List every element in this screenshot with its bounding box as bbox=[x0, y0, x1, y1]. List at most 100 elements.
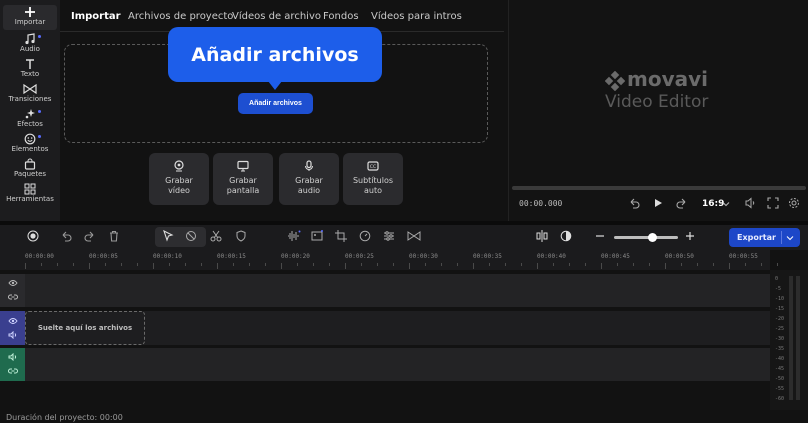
split-screen-icon[interactable] bbox=[536, 230, 548, 242]
sidebar-item-efectos[interactable]: Efectos bbox=[0, 107, 60, 132]
ruler-tick-label: 00:00:45 bbox=[601, 253, 630, 260]
record-screen-button[interactable]: Grabar pantalla bbox=[213, 153, 273, 205]
export-label: Exportar bbox=[737, 233, 776, 242]
ruler-tick bbox=[665, 263, 666, 269]
zoom-out-icon[interactable] bbox=[594, 230, 606, 242]
volume-icon[interactable] bbox=[8, 331, 18, 339]
tab-fondos[interactable]: Fondos bbox=[323, 11, 359, 22]
add-files-callout: Añadir archivos bbox=[168, 27, 382, 82]
ruler-tick bbox=[89, 263, 90, 269]
sidebar-item-label: Audio bbox=[20, 45, 40, 53]
ruler-tick bbox=[25, 263, 26, 269]
redo-arrow-icon[interactable] bbox=[676, 197, 688, 209]
meter-db-label: -20 bbox=[775, 316, 785, 322]
zoom-slider-handle[interactable] bbox=[648, 233, 657, 242]
trash-icon[interactable] bbox=[108, 230, 120, 242]
scissors-icon[interactable] bbox=[210, 230, 222, 242]
cc-icon: CC bbox=[367, 161, 379, 171]
project-duration: Duración del proyecto: 00:00 bbox=[6, 413, 123, 422]
monitor-icon bbox=[237, 160, 249, 172]
record-video-button[interactable]: Grabar vídeo bbox=[149, 153, 209, 205]
sidebar-item-label: Importar bbox=[14, 18, 46, 26]
export-chevron-down-icon[interactable] bbox=[786, 234, 794, 242]
ruler-tick bbox=[169, 263, 170, 266]
sidebar-item-elementos[interactable]: Elementos bbox=[0, 132, 60, 157]
meter-bar-right bbox=[796, 276, 800, 400]
crop-icon[interactable] bbox=[335, 230, 347, 242]
record-circle-icon[interactable] bbox=[27, 230, 39, 242]
undo-arrow-icon[interactable] bbox=[628, 197, 640, 209]
sidebar-item-audio[interactable]: Audio bbox=[0, 32, 60, 57]
ruler-tick bbox=[41, 263, 42, 266]
chevron-down-icon[interactable] bbox=[722, 200, 730, 208]
ruler-tick bbox=[713, 263, 714, 266]
ruler-tick bbox=[281, 263, 282, 269]
text-t-icon bbox=[26, 59, 34, 69]
play-icon[interactable] bbox=[652, 197, 664, 209]
tab-archivos-de-proyecto[interactable]: Archivos de proyecto bbox=[128, 11, 233, 22]
ruler-tick bbox=[121, 263, 122, 266]
ruler-tick-label: 00:00:55 bbox=[729, 253, 758, 260]
ruler-tick bbox=[601, 263, 602, 269]
zoom-slider-track[interactable] bbox=[614, 236, 678, 239]
eye-icon[interactable] bbox=[8, 279, 18, 287]
sidebar-item-transiciones[interactable]: Transiciones bbox=[0, 82, 60, 107]
audio-wave-icon[interactable] bbox=[287, 230, 301, 242]
ruler-tick bbox=[441, 263, 442, 266]
new-badge-dot bbox=[38, 135, 41, 138]
transition-icon[interactable] bbox=[407, 230, 421, 242]
track-header-video bbox=[0, 311, 25, 345]
sidebar-item-label: Texto bbox=[20, 70, 40, 78]
tab-videos-para-intros[interactable]: Vídeos para intros bbox=[371, 11, 462, 22]
ruler-tick bbox=[265, 263, 266, 266]
ruler-tick bbox=[185, 263, 186, 266]
shield-icon[interactable] bbox=[235, 230, 247, 242]
volume-icon[interactable] bbox=[745, 197, 757, 209]
color-adjust-icon[interactable] bbox=[560, 230, 572, 242]
tab-videos-de-archivo[interactable]: Vídeos de archivo bbox=[232, 11, 321, 22]
ruler-tick-label: 00:00:15 bbox=[217, 253, 246, 260]
sliders-icon[interactable] bbox=[383, 230, 395, 242]
ruler-tick bbox=[537, 263, 538, 269]
zoom-in-icon[interactable] bbox=[684, 230, 696, 242]
ruler-tick bbox=[569, 263, 570, 266]
ruler-tick bbox=[777, 263, 778, 266]
sidebar-item-texto[interactable]: Texto bbox=[0, 57, 60, 82]
ruler-tick bbox=[313, 263, 314, 266]
auto-subtitles-button[interactable]: CC Subtítulos auto bbox=[343, 153, 403, 205]
timeline-track-1[interactable] bbox=[25, 274, 770, 307]
ruler-tick bbox=[377, 263, 378, 266]
ruler-tick-label: 00:00:20 bbox=[281, 253, 310, 260]
undo-icon[interactable] bbox=[60, 230, 72, 242]
sidebar-item-importar[interactable]: Importar bbox=[3, 5, 57, 30]
redo-icon[interactable] bbox=[84, 230, 96, 242]
speed-icon[interactable] bbox=[359, 230, 371, 242]
microphone-icon bbox=[305, 160, 313, 171]
meter-db-label: -50 bbox=[775, 376, 785, 382]
magnet-icon[interactable] bbox=[185, 230, 197, 242]
meter-db-label: -55 bbox=[775, 386, 785, 392]
grid-icon bbox=[24, 183, 36, 195]
sidebar-item-paquetes[interactable]: Paquetes bbox=[0, 157, 60, 182]
image-frame-icon[interactable] bbox=[311, 230, 323, 242]
add-files-button[interactable]: Añadir archivos bbox=[238, 93, 313, 114]
eye-icon[interactable] bbox=[8, 317, 18, 325]
ruler-tick bbox=[697, 263, 698, 266]
sidebar-item-label: Herramientas bbox=[6, 195, 54, 203]
record-audio-button[interactable]: Grabar audio bbox=[279, 153, 339, 205]
cursor-arrow-icon[interactable] bbox=[162, 230, 174, 242]
drop-files-placeholder[interactable]: Suelte aquí los archivos bbox=[25, 311, 145, 345]
ruler-tick bbox=[361, 263, 362, 266]
preview-scrub-bar[interactable] bbox=[512, 186, 806, 190]
link-icon[interactable] bbox=[8, 367, 18, 375]
tab-importar[interactable]: Importar bbox=[71, 11, 121, 22]
fullscreen-icon[interactable] bbox=[767, 197, 779, 209]
link-icon[interactable] bbox=[8, 293, 18, 301]
timeline-track-audio[interactable] bbox=[25, 348, 770, 381]
gear-icon[interactable] bbox=[788, 197, 800, 209]
plus-icon bbox=[25, 7, 35, 17]
sidebar-item-herramientas[interactable]: Herramientas bbox=[0, 182, 60, 207]
ruler-tick bbox=[489, 263, 490, 266]
meter-db-label: -45 bbox=[775, 366, 785, 372]
speaker-icon[interactable] bbox=[8, 353, 18, 361]
